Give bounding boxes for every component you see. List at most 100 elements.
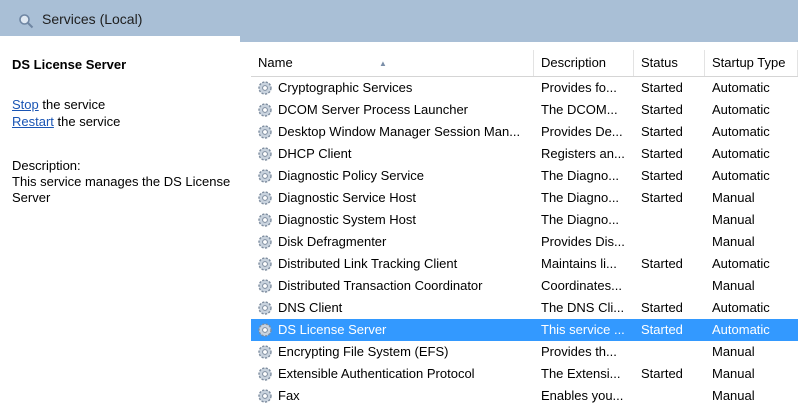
table-row[interactable]: Extensible Authentication Protocol The Ex… bbox=[251, 363, 798, 385]
cell-status: Started bbox=[641, 124, 683, 139]
description-text: This service manages the DS License Serv… bbox=[12, 174, 231, 205]
service-gear-icon bbox=[257, 146, 273, 162]
cell-status bbox=[634, 275, 705, 297]
cell-name: Distributed Transaction Coordinator bbox=[251, 275, 534, 297]
extended-view-panel: DS License Server Stop the service Resta… bbox=[12, 52, 240, 206]
cell-name: Diagnostic Policy Service bbox=[251, 165, 534, 187]
description-label: Description: bbox=[12, 158, 81, 173]
cell-name: DHCP Client bbox=[251, 143, 534, 165]
cell-description: Provides fo... bbox=[541, 80, 617, 95]
cell-description: The DCOM... bbox=[541, 102, 618, 117]
cell-description: Maintains li... bbox=[541, 256, 617, 271]
cell-name: DCOM Server Process Launcher bbox=[251, 99, 534, 121]
cell-status: Started bbox=[641, 190, 683, 205]
service-gear-icon bbox=[257, 322, 273, 338]
service-gear-icon bbox=[257, 212, 273, 228]
cell-description: Coordinates... bbox=[541, 278, 622, 293]
column-header-status[interactable]: Status bbox=[634, 50, 705, 76]
table-row[interactable]: Diagnostic Service Host The Diagno... Star… bbox=[251, 187, 798, 209]
service-name-text: Diagnostic Service Host bbox=[278, 190, 416, 205]
service-name-text: DCOM Server Process Launcher bbox=[278, 102, 469, 117]
table-body: Cryptographic Services Provides fo... Star… bbox=[251, 77, 798, 407]
cell-description: The Extensi... bbox=[541, 366, 621, 381]
service-gear-icon bbox=[257, 278, 273, 294]
cell-status bbox=[634, 231, 705, 253]
table-row[interactable]: Cryptographic Services Provides fo... Star… bbox=[251, 77, 798, 99]
cell-description: The Diagno... bbox=[541, 212, 620, 227]
cell-description: Provides Dis... bbox=[541, 234, 625, 249]
cell-status: Started bbox=[641, 168, 683, 183]
cell-startup-type: Manual bbox=[712, 190, 755, 205]
table-row[interactable]: Desktop Window Manager Session Man... Pro… bbox=[251, 121, 798, 143]
cell-status: Started bbox=[641, 256, 683, 271]
cell-name: Cryptographic Services bbox=[251, 77, 534, 99]
service-gear-icon bbox=[257, 344, 273, 360]
restart-service-suffix: the service bbox=[53, 114, 121, 129]
service-name-text: Diagnostic Policy Service bbox=[278, 168, 424, 183]
cell-name: Encrypting File System (EFS) bbox=[251, 341, 534, 363]
table-row[interactable]: DCOM Server Process Launcher The DCOM... S… bbox=[251, 99, 798, 121]
service-name-text: DNS Client bbox=[278, 300, 343, 315]
cell-status: Started bbox=[641, 322, 683, 337]
selected-service-name: DS License Server bbox=[12, 57, 127, 72]
cell-name: Distributed Link Tracking Client bbox=[251, 253, 534, 275]
cell-name: Diagnostic System Host bbox=[251, 209, 534, 231]
service-name-text: Distributed Link Tracking Client bbox=[278, 256, 458, 271]
table-row[interactable]: Distributed Transaction Coordinator Coord… bbox=[251, 275, 798, 297]
cell-status: Started bbox=[641, 146, 683, 161]
stop-service-link[interactable]: Stop bbox=[12, 97, 39, 112]
stop-service-suffix: the service bbox=[38, 97, 106, 112]
cell-startup-type: Automatic bbox=[712, 300, 770, 315]
cell-startup-type: Automatic bbox=[712, 80, 770, 95]
column-header-startup-type[interactable]: Startup Type bbox=[705, 50, 798, 76]
service-name-text: Cryptographic Services bbox=[278, 80, 413, 95]
cell-startup-type: Manual bbox=[712, 234, 755, 249]
table-row[interactable]: DS License Server This service ... Started… bbox=[251, 319, 798, 341]
service-actions: Stop the service Restart the service bbox=[12, 96, 240, 130]
service-name-text: Extensible Authentication Protocol bbox=[278, 366, 475, 381]
cell-name: DNS Client bbox=[251, 297, 534, 319]
service-name-text: DS License Server bbox=[278, 322, 387, 337]
column-header-name[interactable]: Name ▲ bbox=[251, 50, 534, 76]
column-header-description[interactable]: Description bbox=[534, 50, 634, 76]
service-gear-icon bbox=[257, 102, 273, 118]
cell-startup-type: Automatic bbox=[712, 124, 770, 139]
cell-startup-type: Manual bbox=[712, 278, 755, 293]
window-title: Services (Local) bbox=[42, 11, 143, 27]
table-row[interactable]: Diagnostic Policy Service The Diagno... St… bbox=[251, 165, 798, 187]
cell-startup-type: Manual bbox=[712, 212, 755, 227]
service-name-text: Distributed Transaction Coordinator bbox=[278, 278, 483, 293]
service-gear-icon bbox=[257, 256, 273, 272]
cell-startup-type: Automatic bbox=[712, 322, 770, 337]
cell-startup-type: Automatic bbox=[712, 256, 770, 271]
table-row[interactable]: Distributed Link Tracking Client Maintain… bbox=[251, 253, 798, 275]
service-name-text: Diagnostic System Host bbox=[278, 212, 416, 227]
cell-description: This service ... bbox=[541, 322, 625, 337]
restart-service-link[interactable]: Restart bbox=[12, 114, 54, 129]
column-header-name-label: Name bbox=[258, 55, 293, 70]
table-row[interactable]: Diagnostic System Host The Diagno... Manua… bbox=[251, 209, 798, 231]
service-name-text: Encrypting File System (EFS) bbox=[278, 344, 449, 359]
service-description: Description: This service manages the DS… bbox=[12, 158, 240, 206]
service-name-text: Fax bbox=[278, 388, 300, 403]
service-name-text: Disk Defragmenter bbox=[278, 234, 387, 249]
service-gear-icon bbox=[257, 366, 273, 382]
service-gear-icon bbox=[257, 168, 273, 184]
cell-description: Provides De... bbox=[541, 124, 623, 139]
service-gear-icon bbox=[257, 388, 273, 404]
table-header: Name ▲ Description Status Startup Type bbox=[251, 50, 798, 77]
magnifier-gear-icon bbox=[19, 14, 34, 29]
cell-status: Started bbox=[641, 80, 683, 95]
service-gear-icon bbox=[257, 80, 273, 96]
cell-status: Started bbox=[641, 300, 683, 315]
cell-description: The DNS Cli... bbox=[541, 300, 625, 315]
table-row[interactable]: DHCP Client Registers an... Started Automat… bbox=[251, 143, 798, 165]
table-row[interactable]: Disk Defragmenter Provides Dis... Manual bbox=[251, 231, 798, 253]
sort-ascending-icon: ▲ bbox=[379, 59, 387, 68]
title-bar: Services (Local) bbox=[0, 0, 798, 42]
table-row[interactable]: DNS Client The DNS Cli... Started Automatic bbox=[251, 297, 798, 319]
service-name-text: Desktop Window Manager Session Man... bbox=[278, 124, 521, 139]
service-gear-icon bbox=[257, 234, 273, 250]
cell-name: Desktop Window Manager Session Man... bbox=[251, 121, 534, 143]
table-row[interactable]: Encrypting File System (EFS) Provides th.… bbox=[251, 341, 798, 363]
